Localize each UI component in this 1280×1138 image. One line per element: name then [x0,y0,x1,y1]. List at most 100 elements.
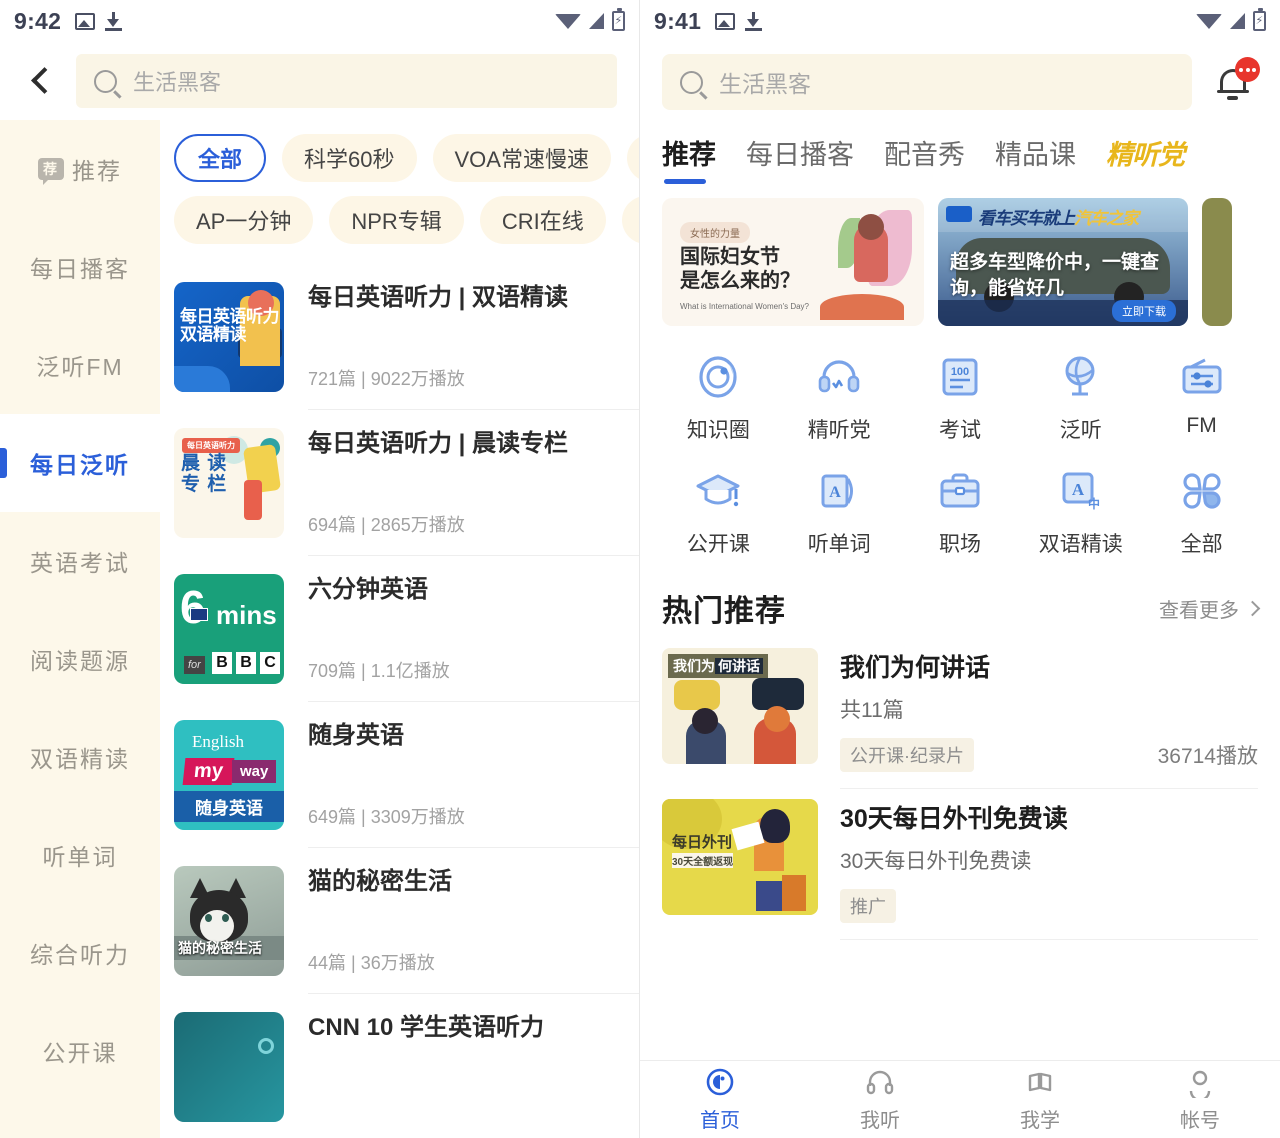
globe-icon [1056,352,1106,402]
left-main-panel: 全部 科学60秒 VOA常速慢速 C AP一分钟 NPR专辑 CRI在线 经 [160,120,639,1138]
back-chevron-icon[interactable] [28,68,54,94]
status-right-icons: ⚡ [1196,11,1266,31]
filter-chip-science60[interactable]: 科学60秒 [282,134,416,182]
secret-life-of-cats-thumb: 猫的秘密生活 [174,866,284,976]
list-item[interactable]: 猫的秘密生活 猫的秘密生活 44篇 | 36万播放 [174,852,639,994]
notification-bell-icon[interactable] [1212,59,1258,105]
banner-title: 国际妇女节是怎么来的？ [680,246,800,293]
book-open-icon [1024,1066,1056,1098]
list-item[interactable]: 每日外刊30天全额返现 30天每日外刊免费读 30天每日外刊免费读 推广 [640,789,1280,940]
view-more-button[interactable]: 查看更多 [1159,594,1258,623]
daily-english-bilingual-thumb: 每日英语听力双语精读 [174,282,284,392]
battery-icon: ⚡ [1253,11,1266,31]
grid-item-fm[interactable]: FM [1141,352,1262,444]
download-icon [105,12,123,31]
list-item[interactable]: 每日英语听力双语精读 每日英语听力 | 双语精读 721篇 | 9022万播放 [174,268,639,410]
grid-item-extensive-listening[interactable]: 泛听 [1020,352,1141,444]
grid-item-workplace[interactable]: 职场 [900,466,1021,558]
6mins-bbc-thumb: 6mins for BBC [174,574,284,684]
tab-dubbing-show[interactable]: 配音秀 [884,133,965,184]
grid-item-label: 双语精读 [1039,528,1123,558]
list-item[interactable]: CNN 10 学生英语听力 [174,998,639,1138]
sidebar-item-open-course[interactable]: 公开课 [0,1002,160,1100]
tab-jingtingdang[interactable]: 精听党 [1106,133,1184,184]
filter-chip-ap[interactable]: AP一分钟 [174,196,313,244]
grid-item-label: 公开课 [687,528,750,558]
radio-icon [1177,352,1227,402]
list-item[interactable]: 每日英语听力 晨 读专 栏 每日英语听力 | 晨读专栏 694篇 | 2865万… [174,414,639,556]
filter-chip-all[interactable]: 全部 [174,134,266,182]
status-badge: 推广 [840,889,896,923]
grid-item-label: 精听党 [808,414,871,444]
banner-ad-header: 看车买车就上汽车之家 [978,204,1138,229]
banner-autohome-ad[interactable]: 看车买车就上汽车之家 立即下载 超多车型降价中，一键查询，能省好几 [938,198,1188,326]
bottom-navigation: 首页 我听 我学 帐号 [640,1060,1280,1138]
hot-item-meta: 我们为何讲话 共11篇 公开课·纪录片 36714播放 [840,648,1258,789]
list-item[interactable]: Englishmyway 随身英语 随身英语 649篇 | 3309万播放 [174,706,639,848]
banner-womens-day[interactable]: 女性的力量 国际妇女节是怎么来的？ What is International … [662,198,924,326]
bottom-nav-listen[interactable]: 我听 [800,1066,960,1133]
banner-partial-next[interactable] [1202,198,1232,326]
bottom-nav-label: 我学 [1020,1104,1060,1133]
why-we-talk-thumb: 我们为何讲话 [662,648,818,764]
filter-chip-npr[interactable]: NPR专辑 [329,196,463,244]
hot-item-meta: 30天每日外刊免费读 30天每日外刊免费读 推广 [840,799,1258,940]
recommend-badge-icon: 荐 [38,158,64,180]
sidebar-item-daily-listening[interactable]: 每日泛听 [0,414,160,512]
sidebar-item-recommend[interactable]: 荐 推荐 [0,120,160,218]
bottom-nav-study[interactable]: 我学 [960,1066,1120,1133]
album-title: 猫的秘密生活 [308,866,625,898]
sidebar-item-daily-podcast[interactable]: 每日播客 [0,218,160,316]
album-title: 随身英语 [308,720,625,752]
banner-cta-button[interactable]: 立即下载 [1112,300,1176,322]
grid-item-open-course[interactable]: 公开课 [658,466,779,558]
chevron-right-icon [1245,600,1261,616]
wifi-icon [555,14,581,29]
album-stats: 709篇 | 1.1亿播放 [308,657,625,683]
sidebar-item-comprehensive[interactable]: 综合听力 [0,904,160,1002]
grid-item-exam[interactable]: 100 考试 [900,352,1021,444]
album-meta: 每日英语听力 | 晨读专栏 694篇 | 2865万播放 [308,428,639,556]
filter-chip-voa[interactable]: VOA常速慢速 [433,134,611,182]
english-my-way-thumb: Englishmyway 随身英语 [174,720,284,830]
signal-icon [589,13,604,29]
album-thumbnail: 每日英语听力 晨 读专 栏 [174,428,284,538]
grid-all-icon [1177,466,1227,516]
filter-chip-partial-2[interactable]: 经 [622,196,639,244]
main-tabs: 推荐 每日播客 配音秀 精品课 精听党 [662,122,1258,184]
bottom-nav-home[interactable]: 首页 [640,1066,800,1133]
sidebar-item-reading-source[interactable]: 阅读题源 [0,610,160,708]
grid-item-bilingual-reading[interactable]: A中 双语精读 [1020,466,1141,558]
tab-premium-course[interactable]: 精品课 [995,133,1076,184]
list-item[interactable]: 6mins for BBC 六分钟英语 709篇 | 1.1亿播放 [174,560,639,702]
album-stats: 44篇 | 36万播放 [308,949,625,975]
view-more-label: 查看更多 [1159,594,1239,623]
svg-text:中: 中 [1088,496,1100,511]
right-status-bar: 9:41 ⚡ [640,0,1280,42]
filter-chip-cri[interactable]: CRI在线 [480,196,606,244]
left-status-bar: 9:42 ⚡ [0,0,639,42]
grid-item-all[interactable]: 全部 [1141,466,1262,558]
grid-item-jingtingdang[interactable]: 精听党 [779,352,900,444]
sidebar-item-listen-words[interactable]: 听单词 [0,806,160,904]
search-icon [680,71,703,94]
left-header: 生活黑客 [0,42,639,120]
tab-daily-podcast[interactable]: 每日播客 [746,133,854,184]
filter-chip-row-1: 全部 科学60秒 VOA常速慢速 C [174,134,639,182]
grid-item-listen-words[interactable]: A 听单词 [779,466,900,558]
search-input[interactable]: 生活黑客 [662,54,1192,110]
left-screen: 9:42 ⚡ 生活黑客 荐 推荐 [0,0,640,1138]
sidebar-item-english-exam[interactable]: 英语考试 [0,512,160,610]
hot-item-footer: 推广 [840,889,1258,923]
list-item[interactable]: 我们为何讲话 我们为何讲话 共11篇 公开课·纪录片 36714播放 [640,638,1280,789]
album-title: 每日英语听力 | 双语精读 [308,282,625,314]
tab-recommend[interactable]: 推荐 [662,133,716,184]
album-thumbnail: Englishmyway 随身英语 [174,720,284,830]
search-input[interactable]: 生活黑客 [76,54,617,108]
bottom-nav-account[interactable]: 帐号 [1120,1066,1280,1133]
sidebar-item-fm[interactable]: 泛听FM [0,316,160,414]
grid-item-knowledge-circle[interactable]: 知识圈 [658,352,779,444]
album-title: 每日英语听力 | 晨读专栏 [308,428,625,460]
sidebar-item-bilingual[interactable]: 双语精读 [0,708,160,806]
filter-chip-partial-1[interactable]: C [627,134,639,182]
